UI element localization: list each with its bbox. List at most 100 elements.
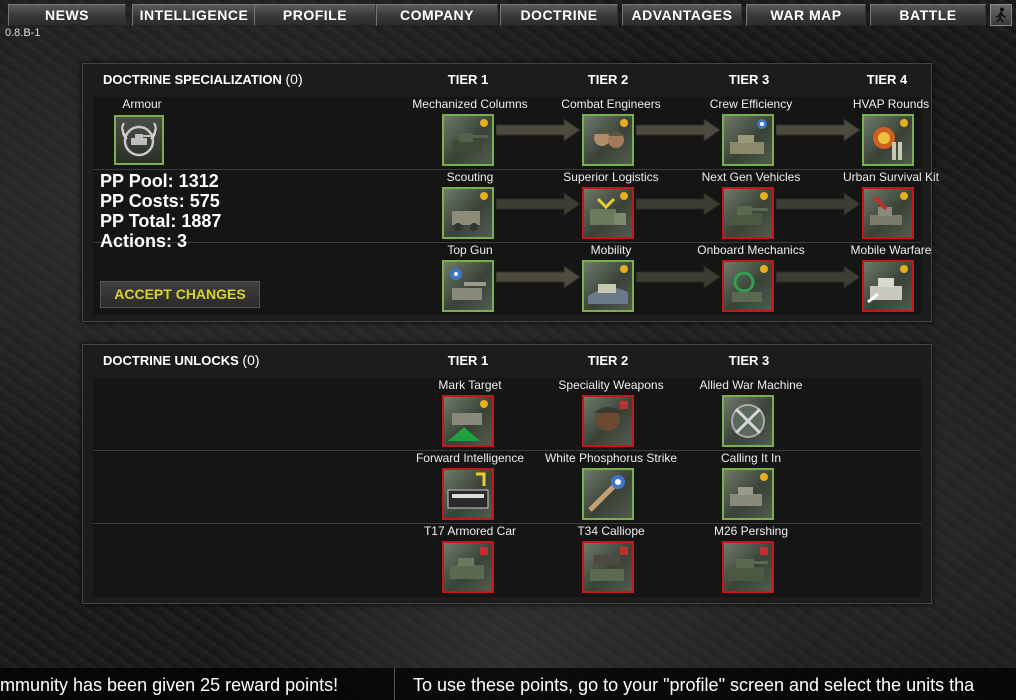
exit-button[interactable] [990,4,1012,26]
progression-arrow-icon [636,266,720,288]
spec-tier-2-heading: TIER 2 [587,72,629,87]
upgrade-label: Next Gen Vehicles [701,170,801,184]
mobile-tank-icon [867,265,908,304]
upgrade-label: Top Gun [447,243,493,257]
combat-engineers-icon[interactable] [582,114,634,166]
mark-target-icon[interactable] [442,395,494,447]
supply-truck-icon [590,192,628,225]
ticker-divider [394,668,395,700]
target-tank-icon [448,400,488,441]
upgrade-label: Combat Engineers [561,97,661,111]
superior-logistics-icon[interactable] [582,187,634,239]
hvap-rounds-icon[interactable] [862,114,914,166]
pp-costs: PP Costs: 575 [100,191,220,211]
mobile-warfare-icon[interactable] [862,260,914,312]
upgrade-label: HVAP Rounds [852,97,930,111]
onboard-mechanics-icon[interactable] [722,260,774,312]
progression-arrow-icon [776,266,860,288]
tank-icon [730,192,768,225]
progression-arrow-icon [496,119,580,141]
upgrade-label: Mechanized Columns [412,97,528,111]
unlock-label: Speciality Weapons [558,378,664,392]
progression-arrow-icon [496,266,580,288]
wrench-gear-icon [732,265,768,302]
allied-war-machine-icon[interactable] [722,395,774,447]
nav-company[interactable]: COMPANY [376,4,498,26]
progression-arrow-icon [776,119,860,141]
pp-pool: PP Pool: 1312 [100,171,219,191]
urban-survival-kit-icon[interactable] [862,187,914,239]
scouting-icon[interactable] [442,187,494,239]
unlock-label: Mark Target [438,378,502,392]
top-nav: NEWS INTELLIGENCE PROFILE COMPANY DOCTRI… [8,4,1012,26]
artillery-strike-icon [588,475,625,512]
nav-battle[interactable]: BATTLE [870,4,986,26]
pp-stats: PP Pool: 1312 PP Costs: 575 PP Total: 18… [100,171,221,251]
unlock-label: T34 Calliope [577,524,645,538]
unlocks-title: DOCTRINE UNLOCKS (0) [103,352,260,368]
tank-motion-icon [588,265,628,304]
crossed-guns-icon [731,404,765,438]
nav-advantages[interactable]: ADVANTAGES [622,4,742,26]
white-phosphorus-strike-icon[interactable] [582,468,634,520]
tank-call-icon [730,473,768,506]
spec-tier-4-heading: TIER 4 [866,72,908,87]
heavy-tank-icon [728,547,768,581]
news-ticker: mmunity has been given 25 reward points!… [0,668,1016,700]
pp-total: PP Total: 1887 [100,211,222,231]
gunner-icon [450,268,486,300]
unlock-tier-3-heading: TIER 3 [728,353,770,368]
unlock-label: Allied War Machine [699,378,803,392]
t17-armored-car-icon[interactable] [442,541,494,593]
unlocks-grid-background [93,378,921,597]
speciality-weapons-icon[interactable] [582,395,634,447]
unlock-label: Forward Intelligence [415,451,525,465]
armored-car-icon [450,547,488,579]
upgrade-label: Mobile Warfare [850,243,932,257]
actions-count: Actions: 3 [100,231,188,251]
upgrade-label: Mobility [590,243,632,257]
crew-efficiency-icon[interactable] [722,114,774,166]
explosion-icon [873,119,908,160]
mobility-icon[interactable] [582,260,634,312]
nav-war-map[interactable]: WAR MAP [746,4,866,26]
nav-news[interactable]: NEWS [8,4,126,26]
upgrade-label: Crew Efficiency [709,97,793,111]
tank-crew-icon [730,119,767,154]
nav-profile[interactable]: PROFILE [254,4,376,26]
scout-car-icon [452,192,488,231]
tank-icon [452,119,488,152]
spec-tier-3-heading: TIER 3 [728,72,770,87]
top-gun-icon[interactable] [442,260,494,312]
ticker-message-right: To use these points, go to your "profile… [413,675,975,695]
doctrine-name: Armour [122,97,162,111]
calling-it-in-icon[interactable] [722,468,774,520]
accept-changes-button[interactable]: ACCEPT CHANGES [100,281,260,308]
forward-intelligence-icon[interactable] [442,468,494,520]
exit-person-icon [995,7,1007,23]
unlock-label: T17 Armored Car [423,524,517,538]
mechanized-columns-icon[interactable] [442,114,494,166]
radio-icon [447,472,489,509]
version-label: 0.8.B-1 [5,27,41,39]
nav-doctrine[interactable]: DOCTRINE [500,4,618,26]
t34-calliope-icon[interactable] [582,541,634,593]
engineers-icon [594,119,628,148]
ticker-message-left: mmunity has been given 25 reward points! [0,675,339,695]
upgrade-label: Scouting [446,170,494,184]
progression-arrow-icon [496,193,580,215]
armour-doctrine-icon[interactable] [114,115,164,165]
next-gen-vehicles-icon[interactable] [722,187,774,239]
nav-intelligence[interactable]: INTELLIGENCE [132,4,256,26]
progression-arrow-icon [636,193,720,215]
soldier-weapon-icon [594,401,628,431]
progression-arrow-icon [776,193,860,215]
m26-pershing-icon[interactable] [722,541,774,593]
unlock-label: White Phosphorus Strike [544,451,678,465]
progression-arrow-icon [636,119,720,141]
upgrade-label: Onboard Mechanics [697,243,805,257]
unlock-tier-1-heading: TIER 1 [447,353,489,368]
tank-kit-icon [870,192,908,225]
upgrade-label: Urban Survival Kit [842,170,940,184]
tank-badge-icon [121,122,157,157]
